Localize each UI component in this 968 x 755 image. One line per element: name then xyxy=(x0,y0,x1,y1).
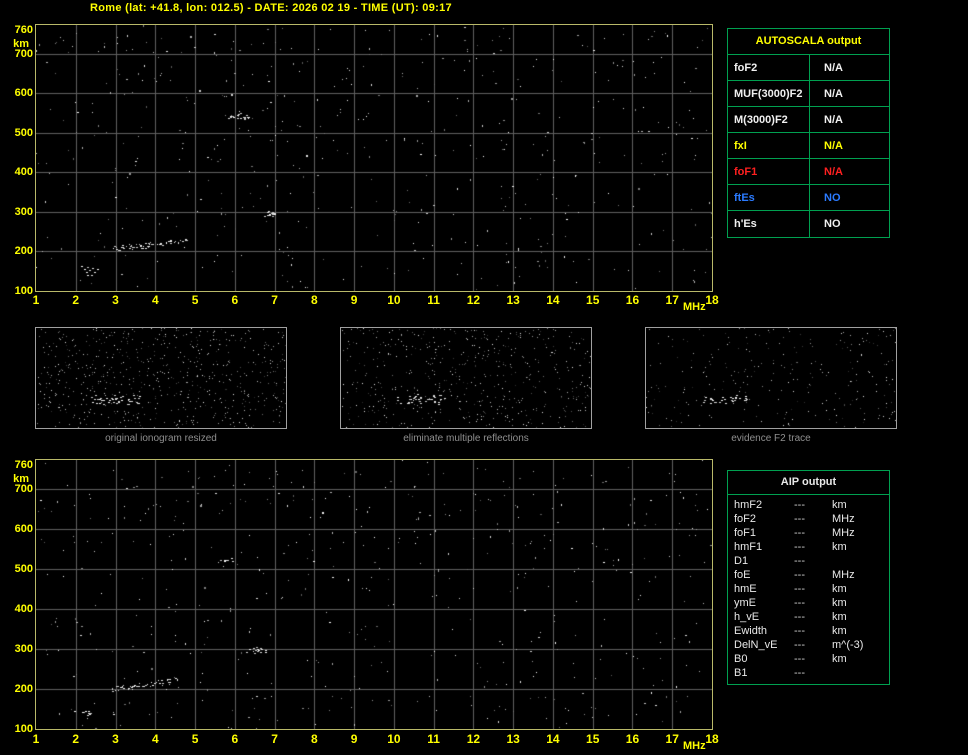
x-axis-tick: 15 xyxy=(581,733,605,745)
aip-table-row: D1--- xyxy=(728,554,889,568)
parameter-name: B0 xyxy=(728,652,794,666)
aip-table-row: foE---MHz xyxy=(728,568,889,582)
aip-table-row: foF2---MHz xyxy=(728,512,889,526)
parameter-unit: m^(-3) xyxy=(832,638,889,652)
parameter-name: hmE xyxy=(728,582,794,596)
parameter-unit: km xyxy=(832,610,889,624)
parameter-unit: km xyxy=(832,540,889,554)
x-axis-tick: 16 xyxy=(620,733,644,745)
aip-table-header: AIP output xyxy=(728,471,889,495)
x-axis-tick: 13 xyxy=(501,733,525,745)
x-axis-tick: 4 xyxy=(143,733,167,745)
parameter-value: --- xyxy=(794,498,832,512)
parameter-unit: km xyxy=(832,582,889,596)
x-axis-tick: 3 xyxy=(104,733,128,745)
parameter-value: --- xyxy=(794,568,832,582)
aip-table-row: hmE---km xyxy=(728,582,889,596)
parameter-name: hmF1 xyxy=(728,540,794,554)
parameter-value: --- xyxy=(794,624,832,638)
parameter-value: --- xyxy=(794,652,832,666)
x-axis-tick: 8 xyxy=(302,733,326,745)
aip-table-row: Ewidth---km xyxy=(728,624,889,638)
parameter-value: --- xyxy=(794,526,832,540)
parameter-unit: km xyxy=(832,498,889,512)
parameter-unit xyxy=(832,666,889,680)
y-axis-tick: 500 xyxy=(6,563,33,575)
aip-output-table: AIP output hmF2---kmfoF2---MHzfoF1---MHz… xyxy=(727,470,890,685)
x-axis-tick: 6 xyxy=(223,733,247,745)
parameter-unit: km xyxy=(832,596,889,610)
ionogram-canvas xyxy=(36,460,712,729)
parameter-name: DelN_vE xyxy=(728,638,794,652)
parameter-value: --- xyxy=(794,512,832,526)
parameter-unit xyxy=(832,554,889,568)
x-axis-tick: 1 xyxy=(24,733,48,745)
parameter-name: D1 xyxy=(728,554,794,568)
aip-table-row: hmF2---km xyxy=(728,498,889,512)
y-axis-tick: 200 xyxy=(6,683,33,695)
y-axis-tick: 600 xyxy=(6,523,33,535)
parameter-name: hmF2 xyxy=(728,498,794,512)
x-axis-tick: 11 xyxy=(422,733,446,745)
aip-table-row: foF1---MHz xyxy=(728,526,889,540)
parameter-unit: MHz xyxy=(832,568,889,582)
parameter-unit: MHz xyxy=(832,512,889,526)
aip-table-row: B1--- xyxy=(728,666,889,680)
parameter-value: --- xyxy=(794,554,832,568)
parameter-name: foF2 xyxy=(728,512,794,526)
parameter-name: foF1 xyxy=(728,526,794,540)
aip-table-row: ymE---km xyxy=(728,596,889,610)
aip-table-row: h_vE---km xyxy=(728,610,889,624)
aip-table-row: B0---km xyxy=(728,652,889,666)
x-axis-unit-label: MHz xyxy=(683,740,706,752)
parameter-name: h_vE xyxy=(728,610,794,624)
parameter-name: foE xyxy=(728,568,794,582)
aip-table-row: hmF1---km xyxy=(728,540,889,554)
y-axis-unit-label: km xyxy=(2,473,29,485)
aip-table-row: DelN_vE---m^(-3) xyxy=(728,638,889,652)
y-axis-tick: 400 xyxy=(6,603,33,615)
parameter-value: --- xyxy=(794,540,832,554)
parameter-value: --- xyxy=(794,610,832,624)
x-axis-tick: 14 xyxy=(541,733,565,745)
x-axis-tick: 17 xyxy=(660,733,684,745)
ionogram-frame xyxy=(35,459,713,730)
y-axis-tick: 760 xyxy=(6,459,33,471)
parameter-unit: km xyxy=(832,624,889,638)
aip-table-body: hmF2---kmfoF2---MHzfoF1---MHzhmF1---kmD1… xyxy=(728,495,889,684)
y-axis-tick: 300 xyxy=(6,643,33,655)
x-axis-tick: 9 xyxy=(342,733,366,745)
x-axis-tick: 7 xyxy=(263,733,287,745)
parameter-value: --- xyxy=(794,582,832,596)
parameter-value: --- xyxy=(794,666,832,680)
parameter-value: --- xyxy=(794,638,832,652)
x-axis-tick: 2 xyxy=(64,733,88,745)
parameter-unit: MHz xyxy=(832,526,889,540)
parameter-value: --- xyxy=(794,596,832,610)
parameter-name: B1 xyxy=(728,666,794,680)
x-axis-tick: 12 xyxy=(461,733,485,745)
parameter-name: Ewidth xyxy=(728,624,794,638)
parameter-unit: km xyxy=(832,652,889,666)
parameter-name: ymE xyxy=(728,596,794,610)
x-axis-tick: 5 xyxy=(183,733,207,745)
x-axis-tick: 10 xyxy=(382,733,406,745)
